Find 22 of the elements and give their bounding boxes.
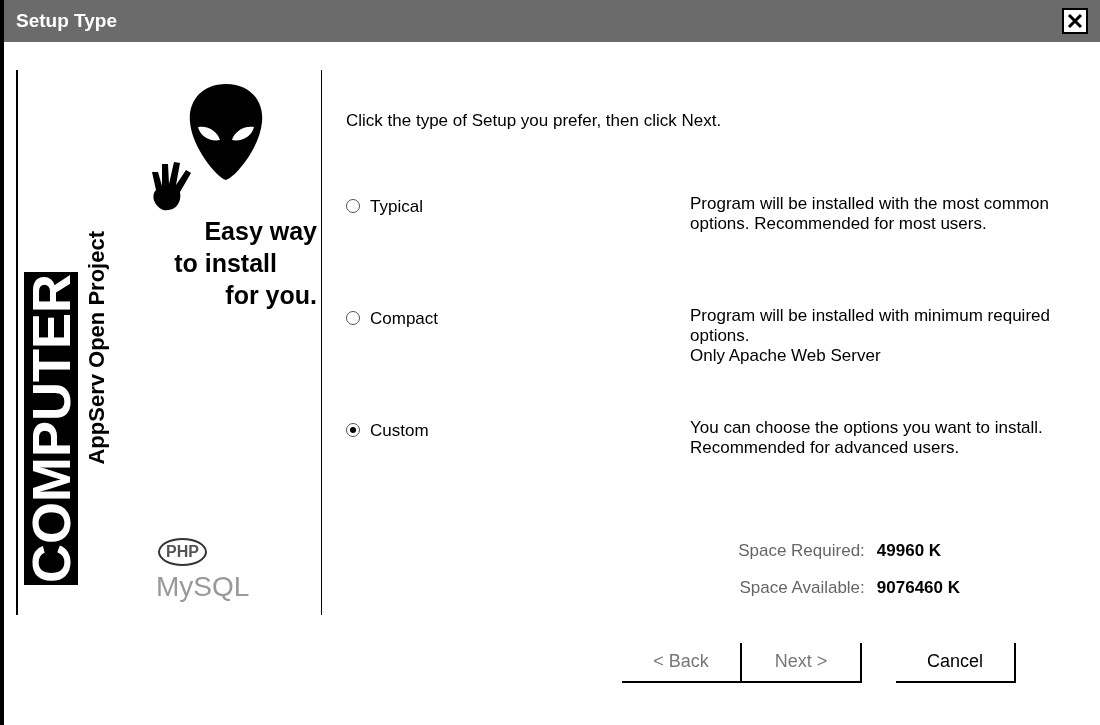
space-label: Space Available: (738, 577, 865, 599)
php-logo: PHP (158, 538, 207, 566)
space-label: Space Required: (738, 539, 865, 562)
space-value: 9076460 K (876, 577, 960, 599)
radio-option[interactable]: Custom (346, 417, 690, 443)
dialog-button[interactable]: Cancel (896, 642, 1016, 683)
slogan-text: to install (174, 248, 277, 279)
slogan-text: for you. (225, 280, 317, 311)
option-description: Program will be installed with minimum required options. Only Apache Web Server (690, 305, 1050, 366)
slogan-text: Easy way (204, 216, 317, 247)
close-button[interactable] (1062, 8, 1088, 34)
radio-option[interactable]: Typical (346, 193, 690, 219)
mysql-logo: MySQL (156, 573, 250, 601)
window-title: Setup Type (16, 8, 117, 33)
close-icon (1067, 13, 1083, 29)
radio-option[interactable]: Compact (346, 305, 690, 331)
subtitle-text: AppServ Open Project (86, 231, 108, 465)
option-description: You can choose the options you want to install. Recommended for advanced users. (690, 417, 1043, 458)
brand-text: COMPUTER (24, 272, 78, 585)
space-value: 49960 K (876, 539, 943, 562)
option-description: Program will be installed with the most common options. Recommended for most users. (690, 193, 1050, 234)
instruction-text: Click the type of Setup you prefer, then click Next. (345, 110, 723, 132)
